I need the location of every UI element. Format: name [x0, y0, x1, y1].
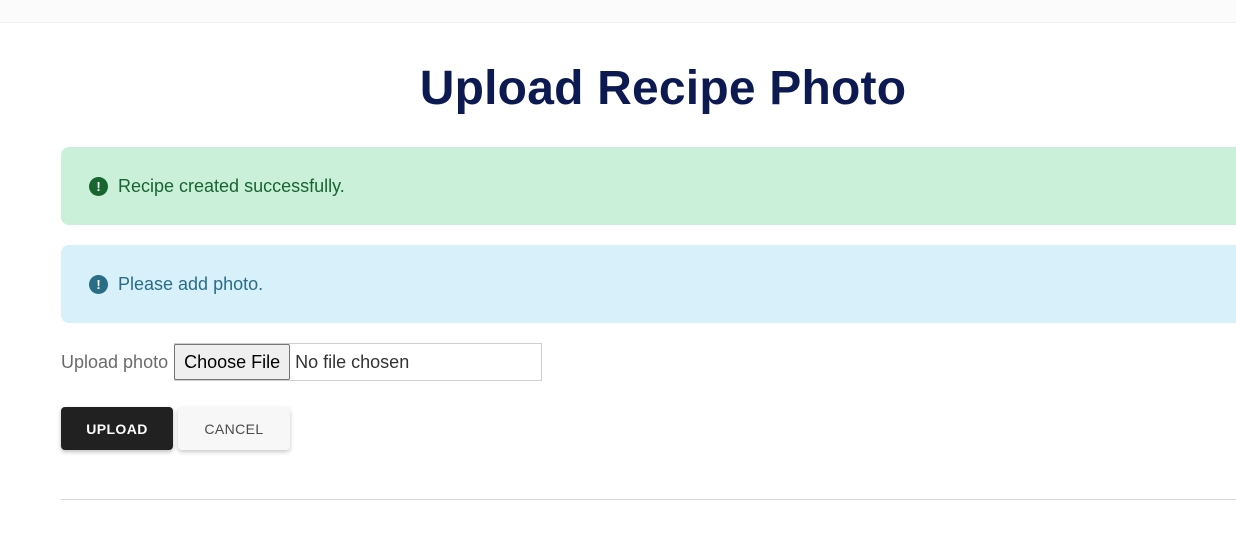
upload-photo-field: Upload photo Choose File No file chosen	[61, 343, 543, 381]
page-title: Upload Recipe Photo	[419, 62, 907, 115]
info-alert-text: Please add photo.	[118, 273, 264, 294]
file-status-text: No file chosen	[295, 351, 410, 372]
info-alert: ! Please add photo.	[61, 245, 1236, 323]
success-alert-text: Recipe created successfully.	[118, 175, 345, 196]
divider	[61, 499, 1236, 500]
upload-button[interactable]: UPLOAD	[61, 407, 173, 450]
choose-file-button[interactable]: Choose File	[174, 344, 291, 380]
success-alert: ! Recipe created successfully.	[61, 147, 1236, 225]
exclamation-circle-icon: !	[89, 274, 108, 294]
file-input[interactable]: Choose File No file chosen	[174, 343, 543, 381]
exclamation-circle-icon: !	[89, 176, 108, 196]
cancel-button[interactable]: CANCEL	[178, 407, 290, 450]
upload-photo-label: Upload photo	[61, 351, 169, 372]
upload-photo-page: Upload Recipe Photo ! Recipe created suc…	[0, 0, 1236, 534]
